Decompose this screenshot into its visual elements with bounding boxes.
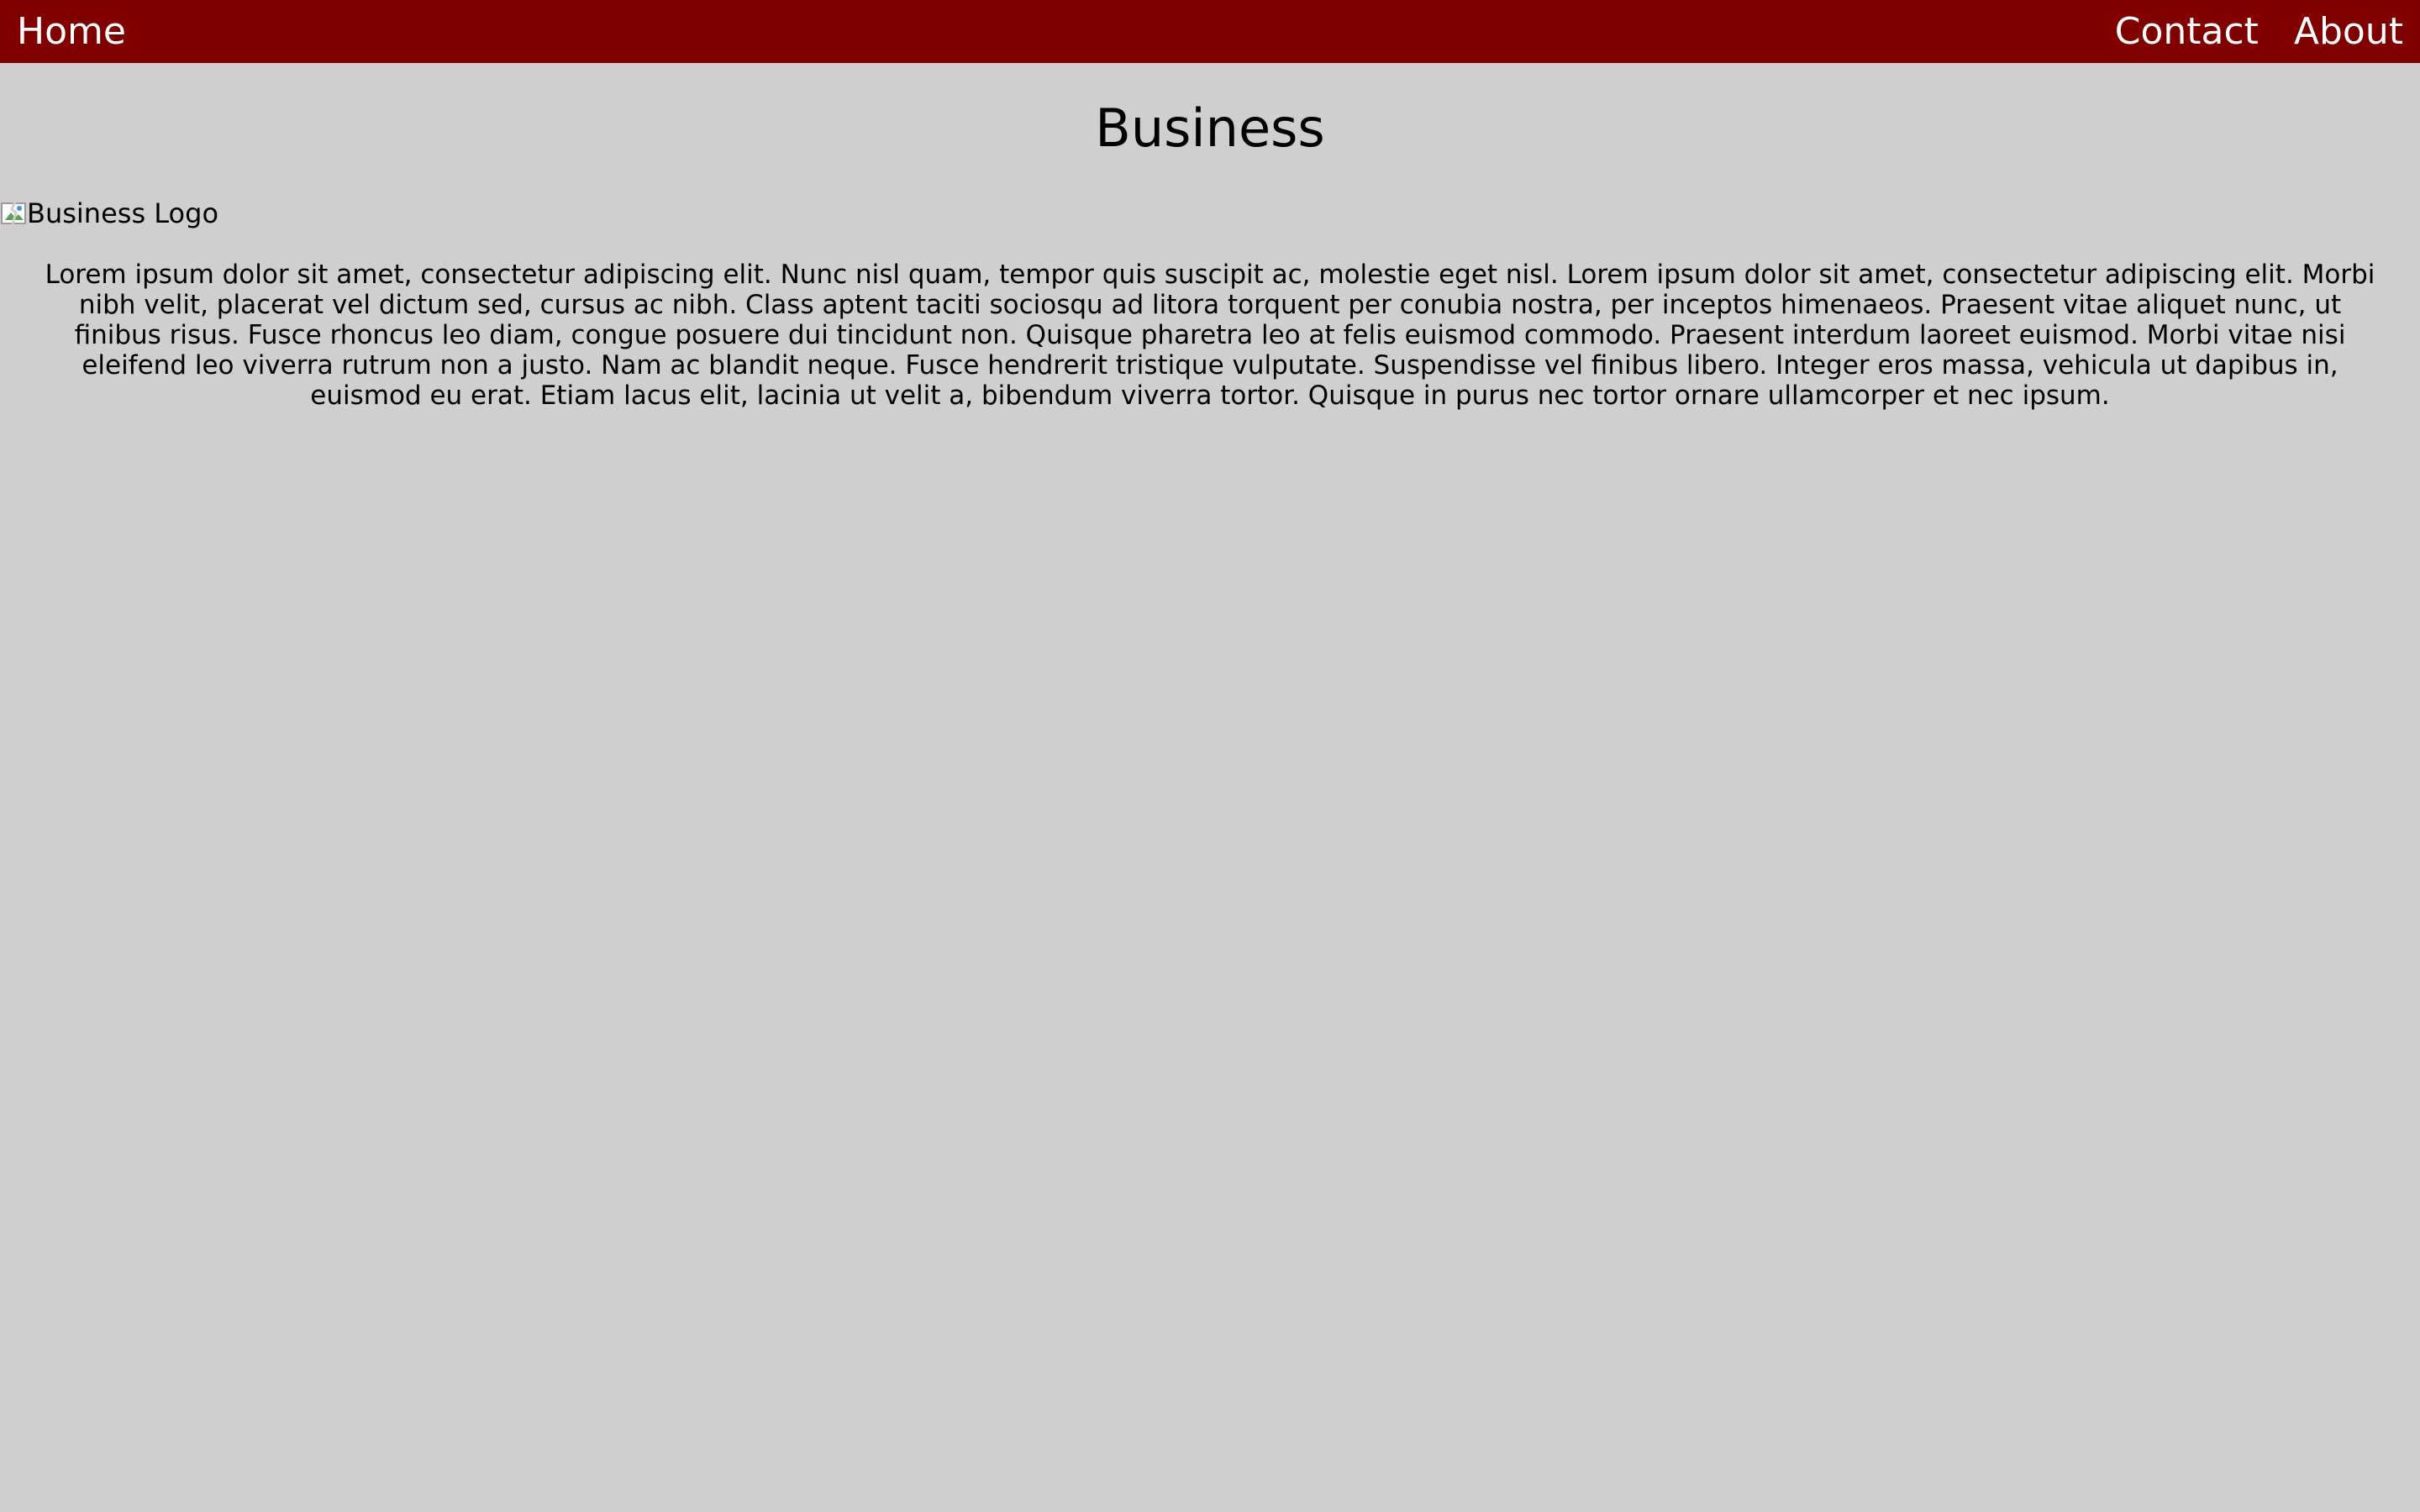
- business-logo-alt-text: Business Logo: [27, 197, 219, 229]
- business-logo: Business Logo: [0, 197, 219, 229]
- about-link[interactable]: About: [2294, 0, 2403, 63]
- page-title: Business: [1095, 97, 1325, 159]
- home-link[interactable]: Home: [17, 0, 126, 63]
- broken-image-icon: [0, 200, 27, 227]
- primary-navigation: Contact About: [2115, 0, 2403, 63]
- main-content: Business Business Logo Lorem ipsum dolor…: [0, 63, 2420, 411]
- intro-paragraph: Lorem ipsum dolor sit amet, consectetur …: [45, 260, 2375, 411]
- top-navigation-bar: Home Contact About: [0, 0, 2420, 63]
- contact-link[interactable]: Contact: [2115, 0, 2259, 63]
